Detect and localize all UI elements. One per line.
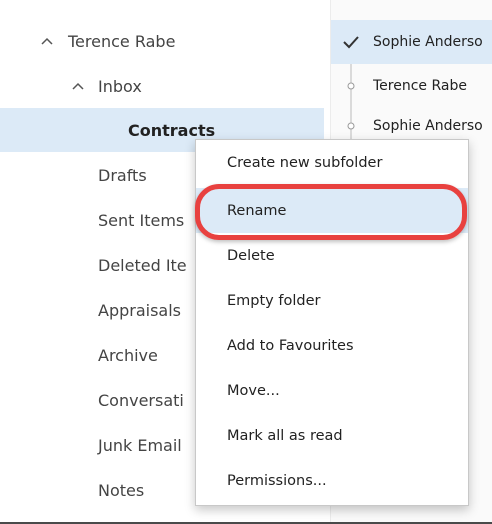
menu-item-label: Delete — [227, 247, 275, 264]
menu-item-label: Rename — [227, 202, 287, 219]
message-item[interactable]: Sophie Anderso — [331, 20, 492, 64]
menu-item-label: Create new subfolder — [227, 154, 383, 171]
chevron-up-icon[interactable] — [40, 34, 54, 48]
folder-label: Sent Items — [98, 210, 185, 230]
menu-item-empty-folder[interactable]: Empty folder — [196, 278, 468, 323]
folder-label: Notes — [98, 480, 145, 500]
folder-label: Archive — [98, 345, 158, 365]
menu-item-add-to-favourites[interactable]: Add to Favourites — [196, 323, 468, 368]
menu-item-mark-all-as-read[interactable]: Mark all as read — [196, 413, 468, 458]
message-sender: Terence Rabe — [373, 78, 467, 94]
account-label: Terence Rabe — [68, 31, 176, 51]
folder-label: Conversati — [98, 390, 184, 410]
checkmark-icon — [343, 20, 359, 64]
menu-item-label: Permissions... — [227, 472, 327, 489]
menu-item-move[interactable]: Move... — [196, 368, 468, 413]
message-sender: Sophie Anderso — [373, 34, 483, 50]
message-item[interactable]: Terence Rabe — [331, 64, 492, 108]
folder-context-menu: Create new subfolder Rename Delete Empty… — [195, 139, 469, 506]
menu-item-label: Mark all as read — [227, 427, 343, 444]
menu-item-rename[interactable]: Rename — [196, 188, 468, 233]
menu-item-delete[interactable]: Delete — [196, 233, 468, 278]
tree-inbox[interactable]: Inbox — [0, 64, 324, 108]
chevron-up-icon[interactable] — [71, 79, 85, 93]
menu-item-permissions[interactable]: Permissions... — [196, 458, 468, 503]
message-sender: Sophie Anderso — [373, 118, 483, 134]
folder-label: Deleted Ite — [98, 255, 187, 275]
folder-label: Appraisals — [98, 300, 182, 320]
thread-dot-icon — [343, 64, 359, 108]
inbox-label: Inbox — [98, 76, 142, 96]
menu-item-label: Move... — [227, 382, 280, 399]
folder-label: Contracts — [128, 120, 216, 140]
menu-item-label: Add to Favourites — [227, 337, 354, 354]
menu-item-label: Empty folder — [227, 292, 321, 309]
menu-item-create-new-subfolder[interactable]: Create new subfolder — [196, 140, 468, 185]
tree-account[interactable]: Terence Rabe — [0, 19, 324, 63]
folder-label: Junk Email — [98, 435, 182, 455]
folder-label: Drafts — [98, 165, 147, 185]
